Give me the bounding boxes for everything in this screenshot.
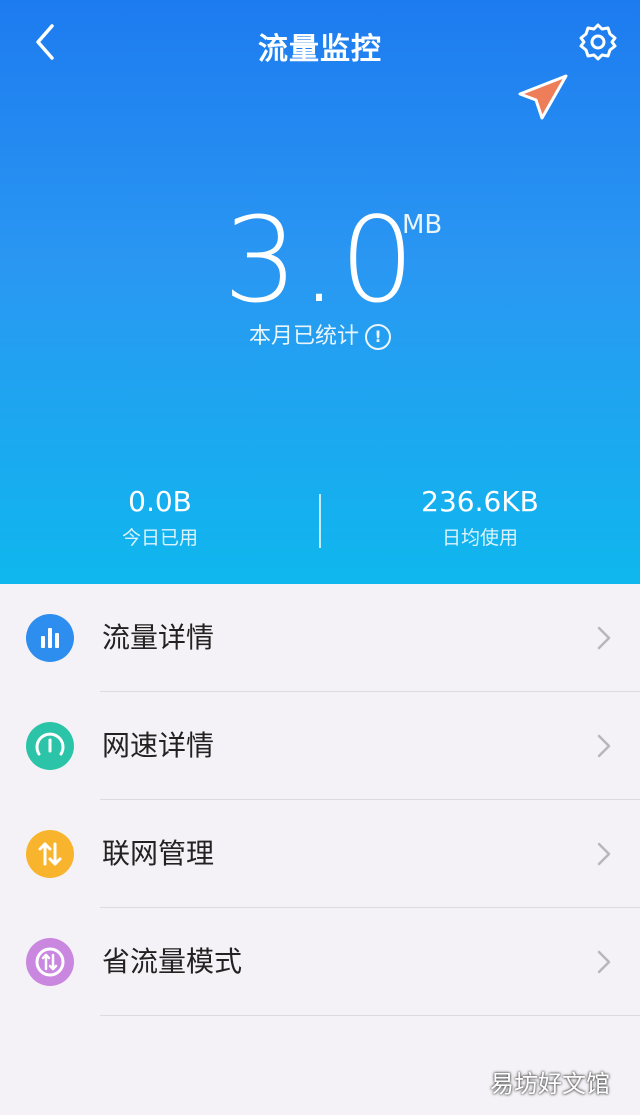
menu-item-label: 流量详情	[102, 621, 215, 654]
usage-summary-panel: 流量监控 3.0 MB 本月已统计! 0.0B 今日已用 236.6KB 日均使…	[0, 0, 640, 584]
chevron-right-icon	[597, 842, 611, 866]
daily-average-label: 日均使用	[441, 527, 518, 549]
monthly-usage: 3.0 MB	[0, 200, 640, 320]
menu-list: 流量详情 网速详情 联网管理 省流量模式	[0, 584, 640, 1016]
menu-item-label: 省流量模式	[102, 945, 243, 978]
chevron-right-icon	[597, 626, 611, 650]
menu-item-data-saver-mode[interactable]: 省流量模式	[0, 908, 640, 1016]
gear-icon	[579, 23, 617, 61]
menu-item-traffic-details[interactable]: 流量详情	[0, 584, 640, 692]
monthly-usage-label: 本月已统计	[248, 324, 359, 349]
top-bar: 流量监控	[0, 0, 640, 120]
menu-item-speed-details[interactable]: 网速详情	[0, 692, 640, 800]
settings-button[interactable]	[576, 20, 620, 64]
chevron-right-icon	[597, 950, 611, 974]
bar-chart-icon	[26, 614, 74, 662]
save-data-icon	[26, 938, 74, 986]
row-divider	[100, 1015, 640, 1016]
watermark: 易坊好文馆	[490, 1070, 610, 1098]
monthly-usage-caption: 本月已统计!	[0, 318, 640, 350]
info-icon[interactable]: !	[365, 324, 391, 350]
daily-average-usage: 236.6KB 日均使用	[320, 484, 640, 552]
cursor-pointer-icon	[518, 74, 568, 120]
today-usage: 0.0B 今日已用	[0, 484, 320, 552]
menu-item-network-management[interactable]: 联网管理	[0, 800, 640, 908]
today-usage-value: 0.0B	[128, 485, 192, 518]
speedometer-icon	[26, 722, 74, 770]
menu-item-label: 网速详情	[102, 729, 215, 762]
today-usage-label: 今日已用	[121, 527, 198, 549]
daily-average-value: 236.6KB	[421, 485, 539, 518]
monthly-usage-unit: MB	[402, 210, 443, 240]
menu-item-label: 联网管理	[102, 837, 215, 870]
chevron-right-icon	[597, 734, 611, 758]
monthly-usage-value: 3.0	[223, 191, 417, 329]
page-title: 流量监控	[258, 32, 382, 67]
up-down-arrows-icon	[26, 830, 74, 878]
